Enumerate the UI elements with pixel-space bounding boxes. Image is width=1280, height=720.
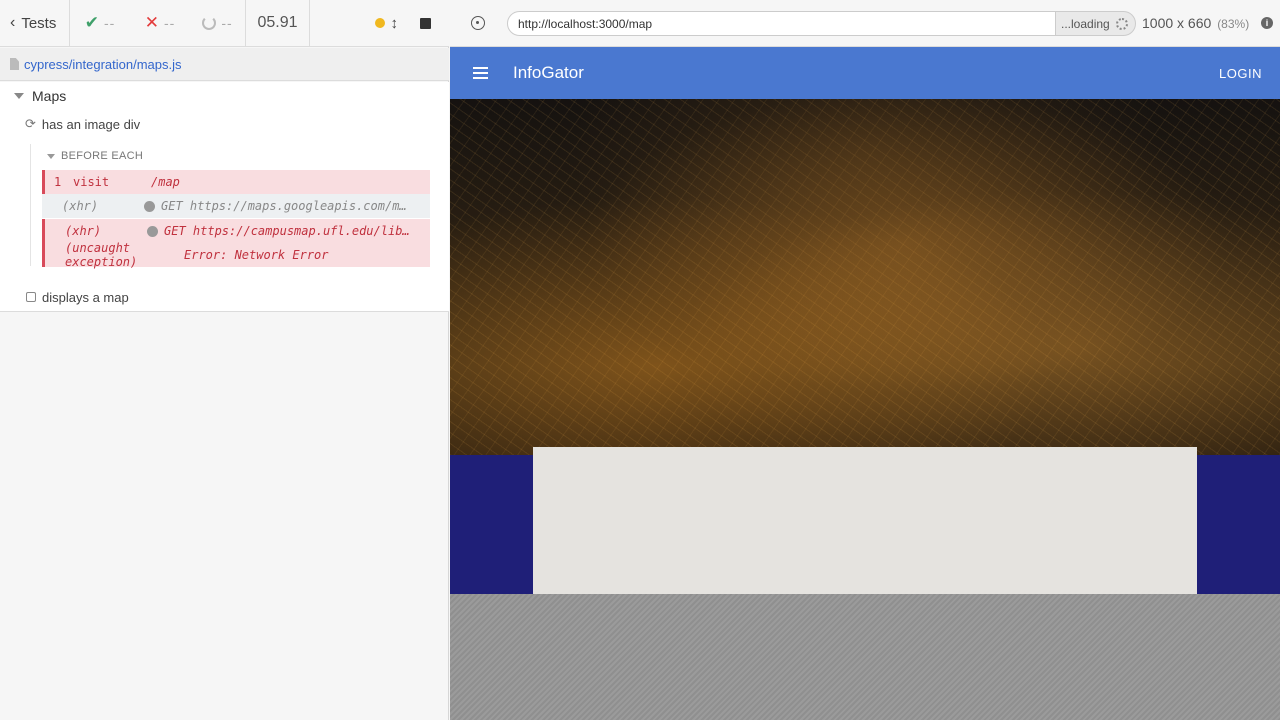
viewport-dimensions: 1000 x 660 bbox=[1142, 15, 1212, 31]
spec-file-link[interactable]: cypress/integration/maps.js bbox=[24, 57, 182, 72]
command-name: (xhr) bbox=[62, 199, 99, 213]
passed-count: -- bbox=[103, 15, 116, 31]
reporter-controls: ↕ bbox=[310, 0, 449, 46]
test-list: Maps ⟳ has an image div BEFORE EACH 1 vi… bbox=[0, 82, 449, 312]
app-bar: InfoGator LOGIN bbox=[450, 47, 1280, 99]
pending-count: -- bbox=[221, 15, 233, 31]
spec-file-bar: cypress/integration/maps.js bbox=[0, 48, 449, 81]
suite-title: Maps bbox=[32, 88, 67, 104]
hook-before-each[interactable]: BEFORE EACH bbox=[47, 148, 143, 164]
login-button[interactable]: LOGIN bbox=[1219, 66, 1262, 81]
command-name: (xhr) bbox=[65, 224, 102, 238]
test-title: displays a map bbox=[42, 289, 129, 305]
failed-stat: ✕ -- bbox=[130, 0, 190, 46]
info-icon[interactable]: i bbox=[1261, 17, 1273, 29]
refresh-running-icon: ⟳ bbox=[25, 116, 36, 131]
command-name: (uncaught exception) bbox=[65, 241, 138, 269]
back-to-tests-button[interactable]: ‹ Tests bbox=[0, 0, 70, 46]
failed-count: -- bbox=[163, 15, 176, 31]
pending-stat: -- bbox=[190, 0, 246, 46]
caret-down-icon bbox=[47, 153, 55, 159]
url-bar[interactable]: http://localhost:3000/map bbox=[507, 11, 1056, 36]
command-visit[interactable]: 1 visit /map bbox=[42, 170, 430, 194]
loading-spinner-icon bbox=[1115, 17, 1128, 30]
empty-viewport-area bbox=[450, 594, 1280, 720]
stop-button[interactable] bbox=[420, 17, 431, 29]
selector-playground-icon[interactable] bbox=[471, 16, 485, 30]
app-title: InfoGator bbox=[513, 63, 584, 82]
pending-test-icon bbox=[26, 292, 36, 302]
hero-city-lights-image bbox=[450, 99, 1280, 455]
test-has-an-image-div[interactable]: ⟳ has an image div bbox=[25, 114, 140, 134]
aut-header: http://localhost:3000/map ...loading 100… bbox=[450, 0, 1280, 47]
map-container[interactable] bbox=[533, 447, 1197, 594]
command-message: GET https://maps.googleapis.com/maps/api… bbox=[161, 199, 409, 213]
scroll-arrows-icon: ↕ bbox=[390, 14, 399, 32]
hamburger-menu-icon[interactable] bbox=[473, 67, 488, 79]
request-status-dot-icon bbox=[147, 225, 158, 237]
command-message: GET https://campusmap.ufl.edu/library/cm… bbox=[164, 224, 412, 238]
x-icon: ✕ bbox=[144, 13, 159, 32]
test-title: has an image div bbox=[41, 116, 141, 132]
loading-label: ...loading bbox=[1061, 16, 1110, 31]
hook-title: BEFORE EACH bbox=[61, 150, 144, 162]
file-icon bbox=[10, 58, 19, 70]
chevron-left-icon: ‹ bbox=[10, 14, 16, 31]
request-status-dot-icon bbox=[144, 200, 155, 212]
caret-down-icon bbox=[14, 93, 24, 99]
command-name: visit bbox=[73, 175, 110, 189]
auto-scroll-toggle[interactable]: ↕ bbox=[374, 14, 399, 32]
viewport-size: 1000 x 660 (83%) bbox=[1142, 15, 1249, 31]
command-uncaught-exception[interactable]: (uncaught exception) Error: Network Erro… bbox=[42, 241, 430, 269]
reporter-header: ‹ Tests ✔ -- ✕ -- -- 05.91 ↕ bbox=[0, 0, 449, 47]
command-message: Error: Network Error bbox=[184, 248, 329, 262]
command-xhr[interactable]: (xhr) GET https://campusmap.ufl.edu/libr… bbox=[42, 219, 430, 243]
run-duration: 05.91 bbox=[246, 0, 310, 46]
running-indicator-icon bbox=[374, 18, 385, 28]
tests-label: Tests bbox=[21, 14, 57, 32]
command-number: 1 bbox=[54, 175, 62, 189]
pending-spinner-icon bbox=[202, 16, 217, 30]
command-message: /map bbox=[151, 175, 180, 189]
app-under-test-frame: InfoGator LOGIN bbox=[450, 47, 1280, 594]
loading-indicator: ...loading bbox=[1055, 11, 1136, 36]
test-reporter-panel: ‹ Tests ✔ -- ✕ -- -- 05.91 ↕ cypress/int… bbox=[0, 0, 449, 720]
passed-stat: ✔ -- bbox=[70, 0, 130, 46]
suite-maps[interactable]: Maps bbox=[14, 86, 66, 106]
test-displays-a-map[interactable]: displays a map bbox=[26, 288, 129, 306]
viewport-scale: (83%) bbox=[1217, 17, 1250, 31]
checkmark-icon: ✔ bbox=[84, 13, 99, 32]
hooks-container: BEFORE EACH 1 visit /map (xhr) GET https… bbox=[30, 144, 430, 269]
command-xhr[interactable]: (xhr) GET https://maps.googleapis.com/ma… bbox=[42, 194, 430, 218]
